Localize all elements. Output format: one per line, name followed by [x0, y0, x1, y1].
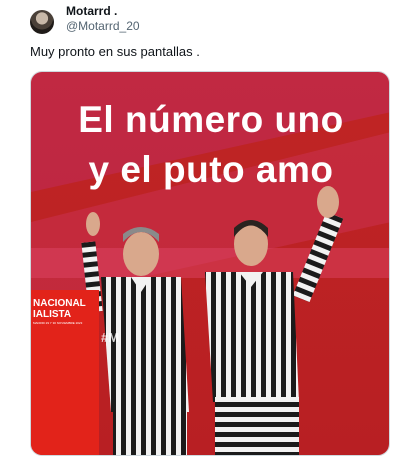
image-headline-line1: El número uno: [78, 99, 344, 140]
avatar[interactable]: [30, 10, 54, 34]
user-handle[interactable]: @Motarrd_20: [66, 19, 140, 34]
tweet-header: Motarrd . @Motarrd_20: [30, 4, 140, 34]
background-hashtag: #M: [101, 330, 120, 345]
author-names: Motarrd . @Motarrd_20: [66, 4, 140, 34]
tweet: Motarrd . @Motarrd_20 Muy pronto en sus …: [0, 0, 402, 462]
lectern-text-line1: NACIONAL: [33, 298, 86, 309]
lectern-text-line2: IALISTA: [33, 309, 72, 320]
tweet-text: Muy pronto en sus pantallas .: [30, 44, 200, 59]
display-name[interactable]: Motarrd .: [66, 4, 140, 19]
image-headline-line2: y el puto amo: [88, 149, 334, 190]
lectern: NACIONAL IALISTA MADRID 29 Y 30 NOVIEMBR…: [31, 290, 99, 455]
tweet-image[interactable]: El número uno y el puto amo NACIONAL IAL…: [30, 71, 390, 456]
lectern-small-text: MADRID 29 Y 30 NOVIEMBRE 2023: [33, 321, 83, 325]
